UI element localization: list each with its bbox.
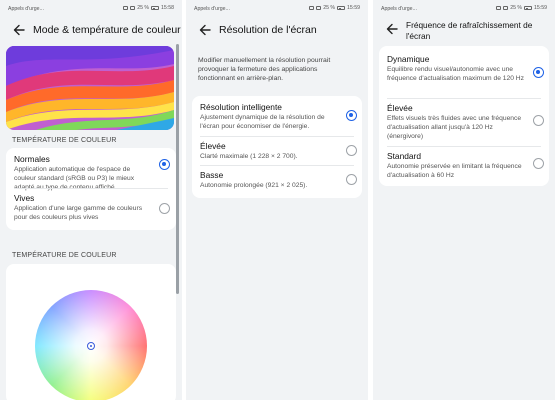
radio-dynamique[interactable] <box>533 67 544 78</box>
option-description: Equilibre rendu visuel/autonomie avec un… <box>387 66 524 82</box>
signal-icon <box>309 6 315 10</box>
option-title: Résolution intelligente <box>200 102 282 112</box>
section-label-temperature-2: TEMPÉRATURE DE COULEUR <box>12 252 117 259</box>
radio-normales[interactable] <box>159 159 170 170</box>
option-description: Autonomie prolongée (921 × 2 025). <box>200 182 308 189</box>
radio-standard[interactable] <box>533 158 544 169</box>
option-elevee[interactable]: Élevée Effets visuels très fluides avec … <box>387 103 525 142</box>
wifi-icon <box>130 6 136 10</box>
back-arrow-icon[interactable] <box>385 22 399 36</box>
back-arrow-icon[interactable] <box>198 23 212 37</box>
option-title: Élevée <box>387 103 413 113</box>
wifi-icon <box>316 6 322 10</box>
option-title: Normales <box>14 154 50 164</box>
option-dynamique[interactable]: Dynamique Equilibre rendu visuel/autonom… <box>387 54 525 84</box>
carrier-label: Appels d'urge... <box>194 6 230 12</box>
clock: 15:59 <box>534 5 547 11</box>
clock: 15:59 <box>347 5 360 11</box>
screen-resolution: Appels d'urge... 25 % 15:59 Résolution d… <box>186 0 368 400</box>
option-standard[interactable]: Standard Autonomie préservée en limitant… <box>387 151 525 181</box>
battery-percent: 25 % <box>137 5 150 11</box>
option-title: Basse <box>200 170 224 180</box>
option-title: Vives <box>14 193 35 203</box>
option-description: Ajustement dynamique de la résolution de… <box>200 114 325 130</box>
scrollbar[interactable] <box>176 44 179 294</box>
page-title: Résolution de l'écran <box>219 24 317 36</box>
wallpaper-preview <box>6 46 174 130</box>
option-normales[interactable]: Normales Application automatique de l'es… <box>14 154 152 193</box>
option-title: Dynamique <box>387 54 430 64</box>
status-bar: Appels d'urge... 25 % 15:59 <box>186 0 368 16</box>
color-wheel-card <box>6 264 176 400</box>
header: Résolution de l'écran <box>186 16 368 46</box>
page-title: Mode & température de couleur <box>33 24 181 36</box>
header: Fréquence de rafraîchissement de l'écran <box>373 16 555 46</box>
header: Mode & température de couleur <box>0 16 182 46</box>
signal-icon <box>496 6 502 10</box>
battery-icon <box>151 6 160 10</box>
page-title: Fréquence de rafraîchissement de l'écran <box>406 20 533 41</box>
radio-elevee[interactable] <box>533 115 544 126</box>
option-description: Application d'une large gamme de couleur… <box>14 205 143 221</box>
wifi-icon <box>503 6 509 10</box>
signal-icon <box>123 6 129 10</box>
radio-elevee[interactable] <box>346 145 357 156</box>
color-wheel[interactable] <box>35 290 147 400</box>
carrier-label: Appels d'urge... <box>8 6 44 12</box>
battery-percent: 25 % <box>510 5 523 11</box>
battery-icon <box>524 6 533 10</box>
option-basse[interactable]: Basse Autonomie prolongée (921 × 2 025). <box>200 170 338 191</box>
radio-vives[interactable] <box>159 203 170 214</box>
screen-color-mode: Appels d'urge... 25 % 15:58 Mode & tempé… <box>0 0 182 400</box>
color-picker-handle[interactable] <box>87 342 95 350</box>
section-label-temperature: TEMPÉRATURE DE COULEUR <box>12 137 117 144</box>
carrier-label: Appels d'urge... <box>381 6 417 12</box>
refresh-rate-card: Dynamique Equilibre rendu visuel/autonom… <box>379 46 549 186</box>
intro-text: Modifier manuellement la résolution pour… <box>198 57 331 83</box>
back-arrow-icon[interactable] <box>12 23 26 37</box>
option-description: Autonomie préservée en limitant la fréqu… <box>387 163 522 179</box>
option-description: Effets visuels très fluides avec une fré… <box>387 115 522 140</box>
option-elevee[interactable]: Élevée Clarté maximale (1 228 × 2 700). <box>200 141 338 162</box>
option-title: Élevée <box>200 141 226 151</box>
option-resolution-intelligente[interactable]: Résolution intelligente Ajustement dynam… <box>200 102 338 132</box>
color-mode-card: Normales Application automatique de l'es… <box>6 148 176 230</box>
radio-basse[interactable] <box>346 174 357 185</box>
battery-percent: 25 % <box>323 5 336 11</box>
option-vives[interactable]: Vives Application d'une large gamme de c… <box>14 193 152 223</box>
status-bar: Appels d'urge... 25 % 15:58 <box>0 0 182 16</box>
battery-icon <box>337 6 346 10</box>
radio-resolution-intelligente[interactable] <box>346 110 357 121</box>
option-title: Standard <box>387 151 421 161</box>
status-bar: Appels d'urge... 25 % 15:59 <box>373 0 555 16</box>
option-description: Clarté maximale (1 228 × 2 700). <box>200 153 298 160</box>
screen-refresh-rate: Appels d'urge... 25 % 15:59 Fréquence de… <box>373 0 555 400</box>
resolution-card: Résolution intelligente Ajustement dynam… <box>192 96 362 198</box>
clock: 15:58 <box>161 5 174 11</box>
